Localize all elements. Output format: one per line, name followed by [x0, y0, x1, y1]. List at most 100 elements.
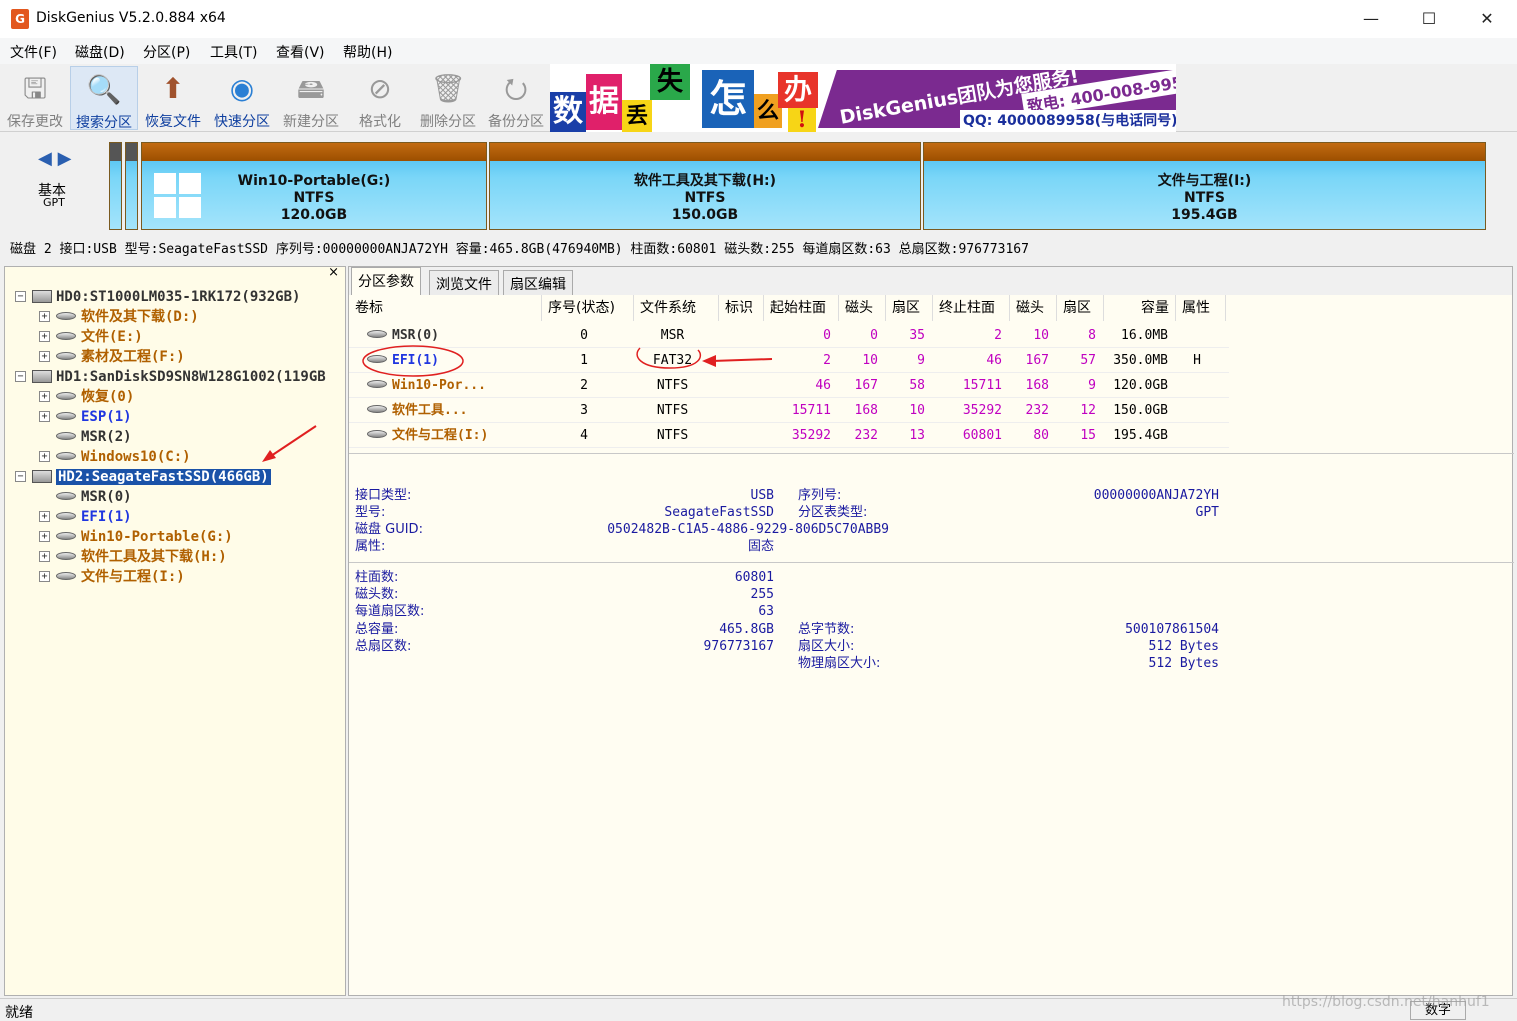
table-row[interactable]: 软件工具... 3 NTFS 15711 168 10 35292 232 12 150.0GB — [349, 398, 1229, 423]
tree-item-label: 软件工具及其下载(H:) — [81, 549, 227, 565]
title-bar: G DiskGenius V5.2.0.884 x64 — ☐ ✕ — [0, 0, 1517, 38]
tab-browse-files[interactable]: 浏览文件 — [429, 270, 499, 295]
tree-partition-item[interactable]: + 恢复(0) — [39, 387, 134, 407]
tree-partition-item[interactable]: + Windows10(C:) — [39, 447, 191, 467]
tree-partition-item[interactable]: + 文件与工程(I:) — [39, 567, 185, 587]
search-partition-button[interactable]: 🔍 搜索分区 — [70, 66, 138, 131]
close-button[interactable]: ✕ — [1458, 0, 1516, 38]
row-label: Win10-Por... — [392, 378, 486, 393]
collapse-icon[interactable]: − — [15, 371, 26, 382]
menu-partition[interactable]: 分区(P) — [143, 42, 190, 62]
table-cell-index: 1 — [580, 353, 588, 368]
column-header[interactable]: 磁头 — [839, 295, 886, 321]
table-row[interactable]: 文件与工程(I:) 4 NTFS 35292 232 13 60801 80 15 195.4GB — [349, 423, 1229, 448]
tree-disk-item[interactable]: − HD1:SanDiskSD9SN8W128G1002(119GB — [15, 367, 326, 387]
minimize-button[interactable]: — — [1342, 0, 1400, 38]
tree-item-label: Win10-Portable(G:) — [81, 529, 233, 545]
expand-icon[interactable]: + — [39, 511, 50, 522]
expand-icon[interactable]: + — [39, 551, 50, 562]
column-header[interactable]: 扇区 — [886, 295, 933, 321]
partition-block-h[interactable]: 软件工具及其下载(H:) NTFS 150.0GB — [489, 142, 921, 230]
tab-partition-params[interactable]: 分区参数 — [351, 267, 421, 295]
column-header[interactable]: 起始柱面 — [764, 295, 839, 321]
row-label: MSR(0) — [392, 328, 439, 343]
expand-icon[interactable]: + — [39, 571, 50, 582]
row-label-cell: EFI(1) — [367, 348, 439, 373]
close-icon[interactable]: × — [328, 265, 339, 280]
tree-partition-item[interactable]: + 素材及工程(F:) — [39, 347, 185, 367]
tree-partition-item[interactable]: + 文件(E:) — [39, 327, 143, 347]
new-partition-button[interactable]: 🖴 新建分区 — [277, 66, 345, 130]
column-header[interactable]: 磁头 — [1010, 295, 1057, 321]
total-capacity-value: 465.8GB — [719, 622, 774, 637]
save-icon: 🖫 — [23, 72, 47, 105]
column-header[interactable]: 终止柱面 — [933, 295, 1010, 321]
menu-file[interactable]: 文件(F) — [10, 42, 57, 62]
maximize-button[interactable]: ☐ — [1400, 0, 1458, 38]
partition-block-msr[interactable] — [109, 142, 122, 230]
table-row[interactable]: EFI(1) 1 FAT32 2 10 9 46 167 57 350.0MB H — [349, 348, 1229, 373]
save-changes-button[interactable]: 🖫 保存更改 — [1, 66, 69, 130]
tree-item-label: MSR(2) — [81, 429, 132, 445]
table-cell-cap: 195.4GB — [1113, 428, 1168, 443]
collapse-icon[interactable]: − — [15, 291, 26, 302]
column-header[interactable]: 扇区 — [1057, 295, 1104, 321]
partition-icon — [367, 330, 387, 338]
column-header[interactable]: 序号(状态) — [542, 295, 634, 321]
menu-disk[interactable]: 磁盘(D) — [75, 42, 125, 62]
tree-partition-item[interactable]: + 软件工具及其下载(H:) — [39, 547, 227, 567]
recover-file-button[interactable]: ⬆ 恢复文件 — [139, 66, 207, 130]
table-cell-id — [719, 423, 756, 448]
table-cell-ss: 35 — [909, 328, 925, 343]
column-header[interactable]: 标识 — [719, 295, 764, 321]
tree-partition-item[interactable]: + ESP(1) — [39, 407, 132, 427]
expand-icon[interactable]: + — [39, 451, 50, 462]
tree-partition-item[interactable]: + EFI(1) — [39, 507, 132, 527]
partition-block-g[interactable]: Win10-Portable(G:) NTFS 120.0GB — [141, 142, 487, 230]
partition-size: 150.0GB — [671, 207, 739, 223]
expand-icon[interactable]: + — [39, 351, 50, 362]
sector-size-value: 512 Bytes — [1148, 639, 1219, 654]
tab-sector-editor[interactable]: 扇区编辑 — [503, 270, 573, 295]
column-header[interactable]: 容量 — [1104, 295, 1176, 321]
menu-tools[interactable]: 工具(T) — [210, 42, 257, 62]
tree-partition-item[interactable]: + 软件及其下载(D:) — [39, 307, 199, 327]
partition-block-efi[interactable] — [125, 142, 138, 230]
serial-label: 序列号: — [798, 488, 842, 503]
table-row[interactable]: Win10-Por... 2 NTFS 46 167 58 15711 168 9 120.0GB — [349, 373, 1229, 398]
tree-item-label: 恢复(0) — [81, 389, 135, 405]
partition-block-i[interactable]: 文件与工程(I:) NTFS 195.4GB — [923, 142, 1486, 230]
tree-disk-item[interactable]: − HD0:ST1000LM035-1RK172(932GB) — [15, 287, 300, 307]
expand-icon[interactable]: + — [39, 411, 50, 422]
format-button[interactable]: ⊘ 格式化 — [346, 66, 414, 130]
column-header[interactable]: 文件系统 — [634, 295, 719, 321]
menu-help[interactable]: 帮助(H) — [343, 42, 392, 62]
delete-partition-button[interactable]: 🗑 删除分区 — [414, 66, 482, 130]
column-header[interactable]: 卷标 — [349, 295, 542, 321]
quick-partition-button[interactable]: ◉ 快速分区 — [208, 66, 276, 130]
menu-view[interactable]: 查看(V) — [276, 42, 325, 62]
serial-value: 00000000ANJA72YH — [1093, 488, 1219, 503]
tree-item-label: 素材及工程(F:) — [81, 349, 185, 365]
partition-icon — [56, 352, 76, 360]
collapse-icon[interactable]: − — [15, 471, 26, 482]
table-row[interactable]: MSR(0) 0 MSR 0 0 35 2 10 8 16.0MB — [349, 323, 1229, 348]
expand-icon[interactable]: + — [39, 391, 50, 402]
column-header[interactable]: 属性 — [1176, 295, 1226, 321]
banner-tile: 据 — [586, 74, 622, 130]
expand-icon[interactable]: + — [39, 531, 50, 542]
expand-icon[interactable]: + — [39, 311, 50, 322]
tree-partition-item[interactable]: MSR(2) — [39, 427, 132, 447]
promo-banner[interactable]: 数 据 丢 失 怎 么 办 ! DiskGenius团队为您服务! 致电: 40… — [550, 64, 1176, 132]
table-cell-es: 57 — [1080, 353, 1096, 368]
backup-partition-button[interactable]: ⭮ 备份分区 — [482, 66, 550, 130]
tree-disk-item[interactable]: − HD2:SeagateFastSSD(466GB) — [15, 467, 271, 487]
disk-nav-arrows-icon[interactable]: ◀ ▶ — [38, 148, 71, 169]
table-cell-sc: 15711 — [791, 403, 831, 418]
tree-partition-item[interactable]: + Win10-Portable(G:) — [39, 527, 233, 547]
expand-icon[interactable]: + — [39, 331, 50, 342]
tree-partition-item[interactable]: MSR(0) — [39, 487, 132, 507]
banner-tile: 失 — [650, 64, 690, 100]
hard-disk-icon — [32, 290, 52, 303]
row-label-cell: 文件与工程(I:) — [367, 423, 488, 448]
